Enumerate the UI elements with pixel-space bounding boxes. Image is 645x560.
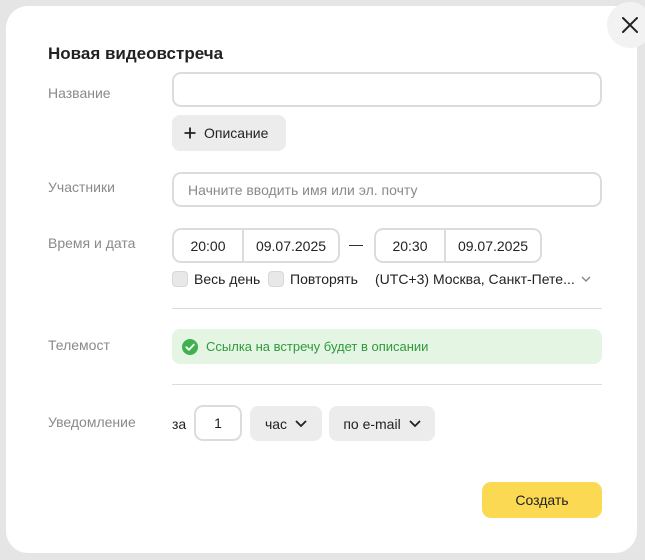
notification-unit-select[interactable]: час [250,406,322,441]
dialog-title: Новая видеовстреча [48,44,224,63]
notification-unit-value: час [264,415,288,432]
divider [172,384,602,385]
add-description-button[interactable]: Описание [172,115,286,151]
new-meeting-dialog: Новая видеовстреча Название Описание Уча… [6,2,645,553]
all-day-label: Весь день [194,271,261,287]
datetime-label: Время и дата [48,235,136,251]
range-separator: — [349,236,363,252]
end-time-input[interactable]: 20:30 [376,230,446,261]
repeat-label: Повторять [290,271,358,287]
end-date-input[interactable]: 09.07.2025 [446,230,540,261]
notification-channel-select[interactable]: по e-mail [329,406,435,441]
create-button[interactable]: Создать [482,482,602,518]
divider [172,308,602,309]
telemost-label: Телемост [48,337,110,353]
telemost-info-banner: Ссылка на встречу будет в описании [172,329,602,364]
check-circle-icon [182,338,198,355]
notification-channel-value: по e-mail [343,415,401,432]
participants-placeholder: Начните вводить имя или эл. почту [188,181,418,198]
chevron-down-icon [409,419,421,427]
start-time-input[interactable]: 20:00 [174,230,244,261]
notification-label: Уведомление [48,414,136,430]
chevron-down-icon [295,419,307,427]
timezone-select[interactable]: (UTC+3) Москва, Санкт-Пете... [375,271,591,287]
name-label: Название [48,85,111,101]
add-description-label: Описание [204,125,269,141]
participants-label: Участники [48,179,115,195]
notification-prefix: за [172,416,187,432]
end-datetime: 20:30 09.07.2025 [374,228,542,263]
notification-amount-input[interactable]: 1 [194,405,242,441]
participants-input[interactable]: Начните вводить имя или эл. почту [172,172,602,207]
chevron-down-icon [581,276,591,282]
telemost-info-text: Ссылка на встречу будет в описании [206,339,429,354]
repeat-checkbox[interactable] [268,271,284,287]
all-day-checkbox[interactable] [172,271,188,287]
start-date-input[interactable]: 09.07.2025 [244,230,338,261]
close-icon [622,17,638,33]
plus-icon [184,127,196,139]
name-input[interactable] [172,72,602,107]
timezone-value: (UTC+3) Москва, Санкт-Пете... [375,271,575,287]
start-datetime: 20:00 09.07.2025 [172,228,340,263]
close-button[interactable] [607,2,645,48]
